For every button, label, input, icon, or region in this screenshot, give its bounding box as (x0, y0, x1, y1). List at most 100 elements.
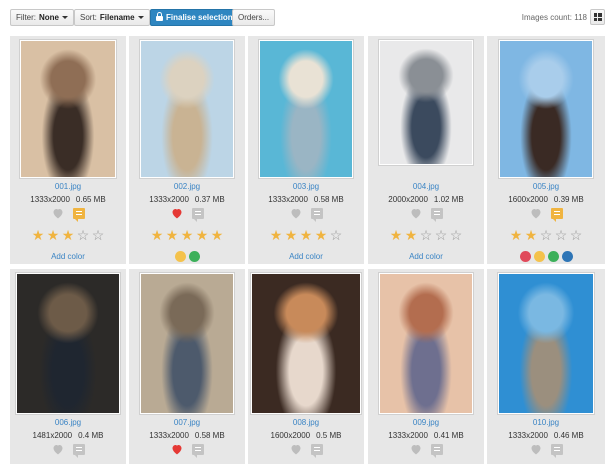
star-rating[interactable]: ★ ★ ☆ ☆ ☆ (487, 228, 605, 242)
image-card[interactable]: 001.jpg 1333x2000 0.65 MB ★ ★ ★ ☆ ☆ Add color (10, 36, 126, 264)
star-filled-icon[interactable]: ★ (181, 228, 194, 242)
star-empty-icon[interactable]: ☆ (92, 228, 105, 242)
image-card[interactable]: 008.jpg 1600x2000 0.5 MB (248, 269, 364, 464)
star-filled-icon[interactable]: ★ (270, 228, 283, 242)
star-empty-icon[interactable]: ☆ (555, 228, 568, 242)
star-filled-icon[interactable]: ★ (285, 228, 298, 242)
color-label-dot[interactable] (547, 251, 559, 262)
color-label-dot[interactable] (188, 251, 200, 262)
star-filled-icon[interactable]: ★ (62, 228, 75, 242)
heart-icon[interactable] (530, 444, 542, 455)
orders-button[interactable]: Orders... (232, 9, 276, 26)
star-rating[interactable]: ★ ★ ★ ☆ ☆ (10, 228, 126, 242)
star-empty-icon[interactable]: ☆ (540, 228, 553, 242)
star-filled-icon[interactable]: ★ (390, 228, 403, 242)
image-card[interactable]: 005.jpg 1600x2000 0.39 MB ★ ★ ☆ ☆ ☆ (487, 36, 605, 264)
color-label-dot[interactable] (174, 251, 186, 262)
image-thumbnail[interactable] (499, 40, 593, 178)
add-color-link[interactable]: Add color (248, 252, 364, 261)
comment-icon[interactable] (430, 208, 443, 222)
grid-view-button[interactable] (590, 9, 605, 25)
image-card[interactable]: 004.jpg 2000x2000 1.02 MB ★ ★ ☆ ☆ ☆ Add color (368, 36, 484, 264)
heart-icon[interactable] (171, 208, 183, 219)
image-thumbnail[interactable] (379, 273, 473, 414)
comment-icon[interactable] (310, 444, 323, 458)
image-filename-link[interactable]: 009.jpg (368, 418, 484, 427)
comment-icon[interactable] (310, 208, 323, 222)
image-card[interactable]: 002.jpg 1333x2000 0.37 MB ★ ★ ★ ★ ★ (129, 36, 245, 264)
heart-icon[interactable] (410, 444, 422, 455)
image-card[interactable]: 010.jpg 1333x2000 0.46 MB (487, 269, 605, 464)
image-card[interactable]: 006.jpg 1481x2000 0.4 MB (10, 269, 126, 464)
image-thumbnail[interactable] (498, 273, 594, 414)
comment-icon[interactable] (550, 208, 563, 222)
comment-icon[interactable] (72, 208, 85, 222)
star-filled-icon[interactable]: ★ (405, 228, 418, 242)
comment-icon[interactable] (430, 444, 443, 458)
star-filled-icon[interactable]: ★ (315, 228, 328, 242)
comment-icon[interactable] (72, 444, 85, 458)
image-filename-link[interactable]: 002.jpg (129, 182, 245, 191)
image-thumbnail[interactable] (251, 273, 361, 414)
finalise-selection-button[interactable]: Finalise selection (150, 9, 239, 26)
heart-icon[interactable] (530, 208, 542, 219)
star-filled-icon[interactable]: ★ (211, 228, 224, 242)
image-actions (10, 444, 126, 458)
add-color-link[interactable]: Add color (10, 252, 126, 261)
image-filename-link[interactable]: 007.jpg (129, 418, 245, 427)
image-file-size: 0.46 MB (553, 431, 584, 440)
image-card[interactable]: 009.jpg 1333x2000 0.41 MB (368, 269, 484, 464)
image-filename-link[interactable]: 001.jpg (10, 182, 126, 191)
star-empty-icon[interactable]: ☆ (420, 228, 433, 242)
star-empty-icon[interactable]: ☆ (570, 228, 583, 242)
image-thumbnail[interactable] (140, 40, 234, 178)
heart-icon[interactable] (290, 444, 302, 455)
star-filled-icon[interactable]: ★ (300, 228, 313, 242)
image-thumbnail[interactable] (16, 273, 120, 414)
star-empty-icon[interactable]: ☆ (435, 228, 448, 242)
image-meta: 1333x2000 0.46 MB (487, 431, 605, 440)
image-filename-link[interactable]: 005.jpg (487, 182, 605, 191)
star-filled-icon[interactable]: ★ (166, 228, 179, 242)
star-rating[interactable]: ★ ★ ☆ ☆ ☆ (368, 228, 484, 242)
star-empty-icon[interactable]: ☆ (77, 228, 90, 242)
star-filled-icon[interactable]: ★ (525, 228, 538, 242)
color-label-dot[interactable] (533, 251, 545, 262)
image-thumbnail[interactable] (259, 40, 353, 178)
heart-icon[interactable] (52, 444, 64, 455)
image-filename-link[interactable]: 006.jpg (10, 418, 126, 427)
heart-icon[interactable] (171, 444, 183, 455)
image-thumbnail[interactable] (379, 40, 473, 165)
filter-dropdown[interactable]: Filter: None (10, 9, 74, 26)
image-filename-link[interactable]: 008.jpg (248, 418, 364, 427)
color-label-dot[interactable] (561, 251, 573, 262)
image-filename-link[interactable]: 010.jpg (487, 418, 605, 427)
image-card[interactable]: 007.jpg 1333x2000 0.58 MB (129, 269, 245, 464)
heart-icon[interactable] (290, 208, 302, 219)
star-filled-icon[interactable]: ★ (47, 228, 60, 242)
color-labels (487, 251, 605, 262)
star-rating[interactable]: ★ ★ ★ ★ ☆ (248, 228, 364, 242)
image-meta: 1333x2000 0.58 MB (248, 195, 364, 204)
comment-icon[interactable] (550, 444, 563, 458)
sort-dropdown[interactable]: Sort: Filename (74, 9, 150, 26)
star-empty-icon[interactable]: ☆ (330, 228, 343, 242)
image-thumbnail[interactable] (140, 273, 234, 414)
star-filled-icon[interactable]: ★ (151, 228, 164, 242)
image-filename-link[interactable]: 003.jpg (248, 182, 364, 191)
star-filled-icon[interactable]: ★ (510, 228, 523, 242)
star-rating[interactable]: ★ ★ ★ ★ ★ (129, 228, 245, 242)
image-card[interactable]: 003.jpg 1333x2000 0.58 MB ★ ★ ★ ★ ☆ Add color (248, 36, 364, 264)
image-filename-link[interactable]: 004.jpg (368, 182, 484, 191)
star-empty-icon[interactable]: ☆ (450, 228, 463, 242)
add-color-link[interactable]: Add color (368, 252, 484, 261)
star-filled-icon[interactable]: ★ (196, 228, 209, 242)
comment-icon[interactable] (191, 444, 204, 458)
color-label-dot[interactable] (519, 251, 531, 262)
comment-icon[interactable] (191, 208, 204, 222)
heart-icon[interactable] (410, 208, 422, 219)
image-thumbnail[interactable] (20, 40, 116, 178)
heart-icon[interactable] (52, 208, 64, 219)
star-filled-icon[interactable]: ★ (32, 228, 45, 242)
filter-value: None (39, 13, 59, 22)
